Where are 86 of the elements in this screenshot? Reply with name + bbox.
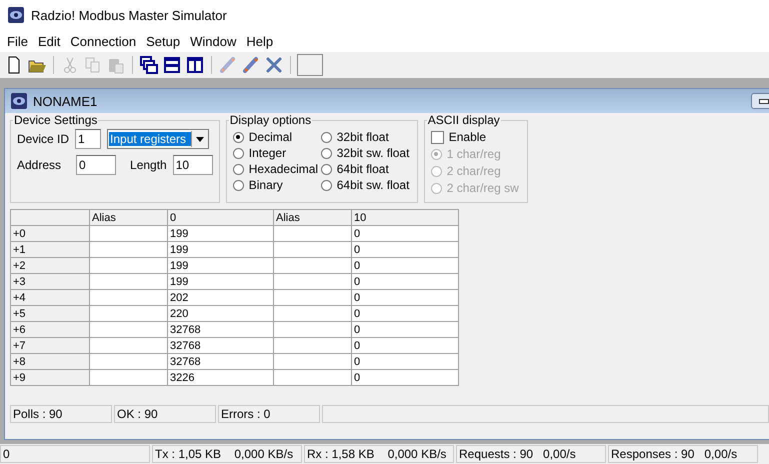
column-header: Alias xyxy=(274,210,352,226)
column-header: Alias xyxy=(90,210,168,226)
tile-vertical-icon[interactable] xyxy=(185,55,205,75)
menu-item[interactable]: Setup xyxy=(141,34,186,48)
menu-item[interactable]: Connection xyxy=(65,34,142,48)
table-cell: 199 xyxy=(168,226,274,242)
field-label: Device ID xyxy=(17,132,70,146)
function-dropdown[interactable]: Input registers xyxy=(107,129,210,149)
table-cell: 0 xyxy=(352,338,458,354)
caret-icon xyxy=(196,136,204,142)
radio-option[interactable]: Integer xyxy=(232,145,321,161)
table-cell: 202 xyxy=(168,290,274,306)
radio-option[interactable]: Decimal xyxy=(232,129,321,145)
table-cell: 0 xyxy=(352,354,458,370)
toolbar-button[interactable] xyxy=(297,54,323,76)
child-window-title: NONAME1 xyxy=(33,94,98,108)
status-panel: Tx : 1,05 KB 0,000 KB/s xyxy=(152,445,302,463)
column-header: 0 xyxy=(168,210,274,226)
table-cell: 199 xyxy=(168,242,274,258)
window-title: Radzio! Modbus Master Simulator xyxy=(31,8,227,22)
table-cell: 199 xyxy=(168,258,274,274)
row-header: +1 xyxy=(10,242,90,258)
table-cell: 0 xyxy=(352,258,458,274)
row-header: +0 xyxy=(10,226,90,242)
status-panel: OK : 90 xyxy=(114,405,216,423)
table-cell: 32768 xyxy=(168,354,274,370)
status-panel: Rx : 1,58 KB 0,000 KB/s xyxy=(304,445,454,463)
cascade-windows-icon[interactable] xyxy=(139,55,159,75)
status-panel: Polls : 90 xyxy=(10,405,112,423)
menu-item[interactable]: Window xyxy=(185,34,242,48)
menu-item[interactable]: Edit xyxy=(32,34,66,48)
app-icon xyxy=(8,7,24,23)
radio-option[interactable]: Binary xyxy=(232,177,321,193)
table-cell: 0 xyxy=(352,226,458,242)
radio-button[interactable] xyxy=(320,180,332,190)
table-cell: 0 xyxy=(352,290,458,306)
field-label: Address xyxy=(17,158,62,172)
menu-item[interactable]: Help xyxy=(241,34,278,48)
table-cell: 0 xyxy=(352,322,458,338)
radio-option[interactable]: 32bit sw. float xyxy=(320,145,411,161)
table-cell: 0 xyxy=(352,242,458,258)
column-header: 10 xyxy=(352,210,458,226)
minimize-button[interactable] xyxy=(751,93,769,109)
checkbox-option[interactable]: Enable xyxy=(430,129,521,145)
group-title: ASCII display xyxy=(426,113,501,127)
table-cell: 0 xyxy=(352,370,458,386)
row-header: +3 xyxy=(10,274,90,290)
row-header: +5 xyxy=(10,306,90,322)
table-cell: 199 xyxy=(168,274,274,290)
table-cell: 3226 xyxy=(168,370,274,386)
radio-option[interactable]: 64bit float xyxy=(320,161,411,177)
radio-button[interactable] xyxy=(232,180,244,190)
status-panel: Requests : 90 0,00/s xyxy=(456,445,606,463)
table-cell: 32768 xyxy=(168,338,274,354)
group-title: Device Settings xyxy=(13,113,98,127)
row-header: +7 xyxy=(10,338,90,354)
row-header: +4 xyxy=(10,290,90,306)
radio-button[interactable] xyxy=(232,164,244,174)
row-header: +9 xyxy=(10,370,90,386)
row-header: +8 xyxy=(10,354,90,370)
tile-horizontal-icon[interactable] xyxy=(162,55,182,75)
radio-option[interactable]: 64bit sw. float xyxy=(320,177,411,193)
radio-option[interactable]: Hexadecimal xyxy=(232,161,321,177)
table-cell: 0 xyxy=(352,306,458,322)
status-panel: Errors : 0 xyxy=(218,405,320,423)
row-header: +6 xyxy=(10,322,90,338)
table-cell: 220 xyxy=(168,306,274,322)
status-panel: Responses : 90 0,00/s xyxy=(608,445,758,463)
menu-item[interactable]: File xyxy=(2,34,33,48)
radio-button[interactable] xyxy=(232,132,244,142)
radio-button[interactable] xyxy=(320,148,332,158)
radio-button[interactable] xyxy=(232,148,244,158)
group-title: Display options xyxy=(228,113,312,127)
status-panel: 0 xyxy=(0,445,150,463)
length-field[interactable]: 10 xyxy=(172,155,213,175)
checkbox[interactable] xyxy=(430,130,444,144)
row-header: +2 xyxy=(10,258,90,274)
table-cell: 0 xyxy=(352,274,458,290)
radio-option[interactable]: 32bit float xyxy=(320,129,411,145)
address-field[interactable]: 0 xyxy=(76,155,116,175)
field-label: Length xyxy=(130,158,167,172)
document-icon xyxy=(11,93,27,109)
device-id-field[interactable]: 1 xyxy=(75,129,102,149)
table-cell: 32768 xyxy=(168,322,274,338)
radio-button[interactable] xyxy=(320,132,332,142)
radio-button[interactable] xyxy=(320,164,332,174)
